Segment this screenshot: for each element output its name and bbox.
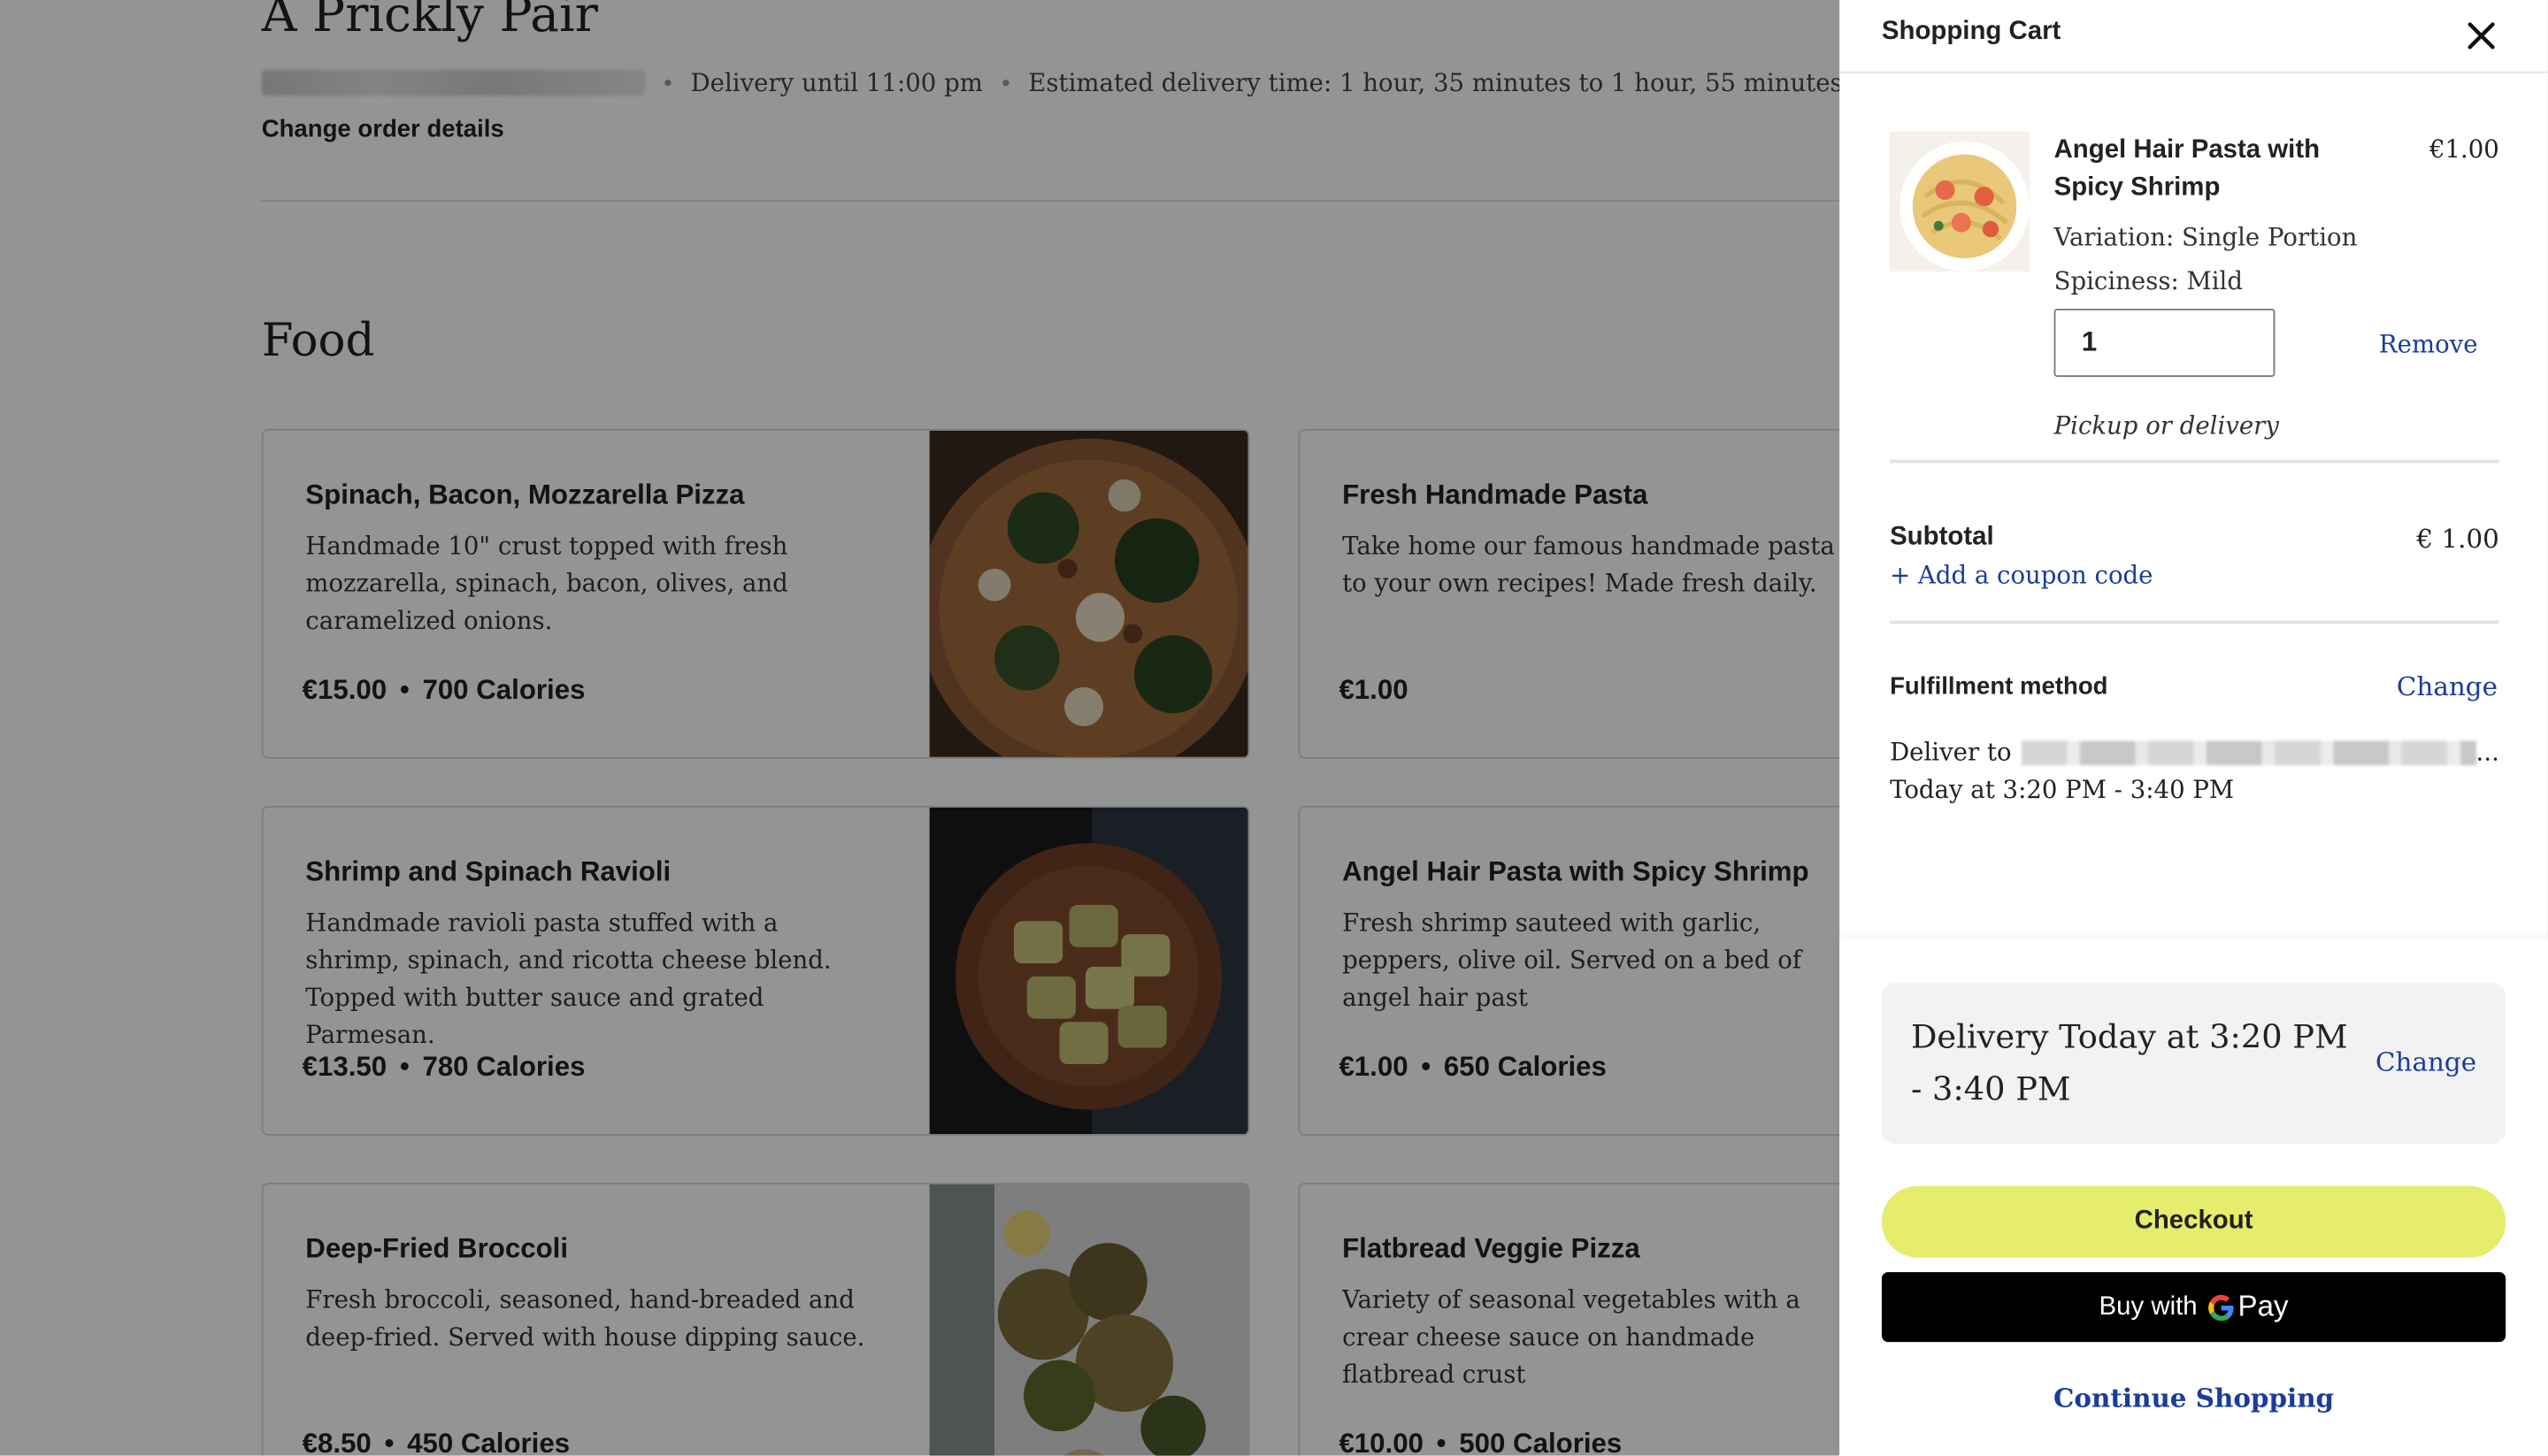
remove-item-link[interactable]: Remove — [2379, 330, 2478, 359]
cart-item-name: Angel Hair Pasta with Spicy Shrimp — [2053, 136, 2321, 202]
delivery-time: Today at 3:20 PM - 3:40 PM — [1890, 775, 2235, 805]
cart-item-variation: Variation: Single Portion — [2053, 222, 2358, 252]
delivery-schedule-box: Delivery Today at 3:20 PM - 3:40 PM Chan… — [1881, 983, 2506, 1145]
cart-header: Shopping Cart — [1839, 0, 2548, 73]
google-g-icon — [2208, 1293, 2234, 1321]
cart-item-image — [1890, 131, 2030, 272]
deliver-to-label: Deliver to — [1890, 737, 2012, 767]
divider — [1890, 620, 2499, 625]
gpay-word: Pay — [2237, 1290, 2289, 1323]
subtotal-label: Subtotal — [1890, 523, 1994, 551]
redacted-delivery-address — [2021, 739, 2476, 765]
cart-item-price: €1.00 — [2429, 134, 2499, 165]
checkout-button[interactable]: Checkout — [1881, 1185, 2506, 1258]
quantity-input[interactable] — [2053, 308, 2276, 378]
address-ellipsis: ... — [2475, 737, 2499, 767]
cart-footer: Delivery Today at 3:20 PM - 3:40 PM Chan… — [1839, 939, 2548, 1456]
continue-shopping-link[interactable]: Continue Shopping — [1839, 1383, 2548, 1414]
cart-title: Shopping Cart — [1881, 18, 2061, 46]
divider — [1890, 459, 2499, 464]
deliver-to-row: Deliver to ... — [1890, 738, 2499, 767]
fulfillment-change-link[interactable]: Change — [2397, 671, 2498, 702]
google-pay-button[interactable]: Buy with Pay — [1881, 1272, 2506, 1343]
fulfillment-note: Pickup or delivery — [2053, 410, 2279, 441]
shopping-cart-drawer: Shopping Cart Angel Hair Pasta with Spic… — [1839, 0, 2548, 1456]
delivery-schedule-text: Delivery Today at 3:20 PM - 3:40 PM — [1910, 1016, 2348, 1108]
cart-item-spiciness: Spiciness: Mild — [2053, 266, 2243, 296]
fulfillment-method-label: Fulfillment method — [1890, 672, 2108, 701]
delivery-schedule-change-link[interactable]: Change — [2375, 1046, 2476, 1077]
gpay-prefix: Buy with — [2099, 1292, 2198, 1321]
add-coupon-link[interactable]: + Add a coupon code — [1890, 561, 2153, 590]
subtotal-value: € 1.00 — [2416, 523, 2499, 555]
close-icon[interactable] — [2459, 13, 2504, 58]
